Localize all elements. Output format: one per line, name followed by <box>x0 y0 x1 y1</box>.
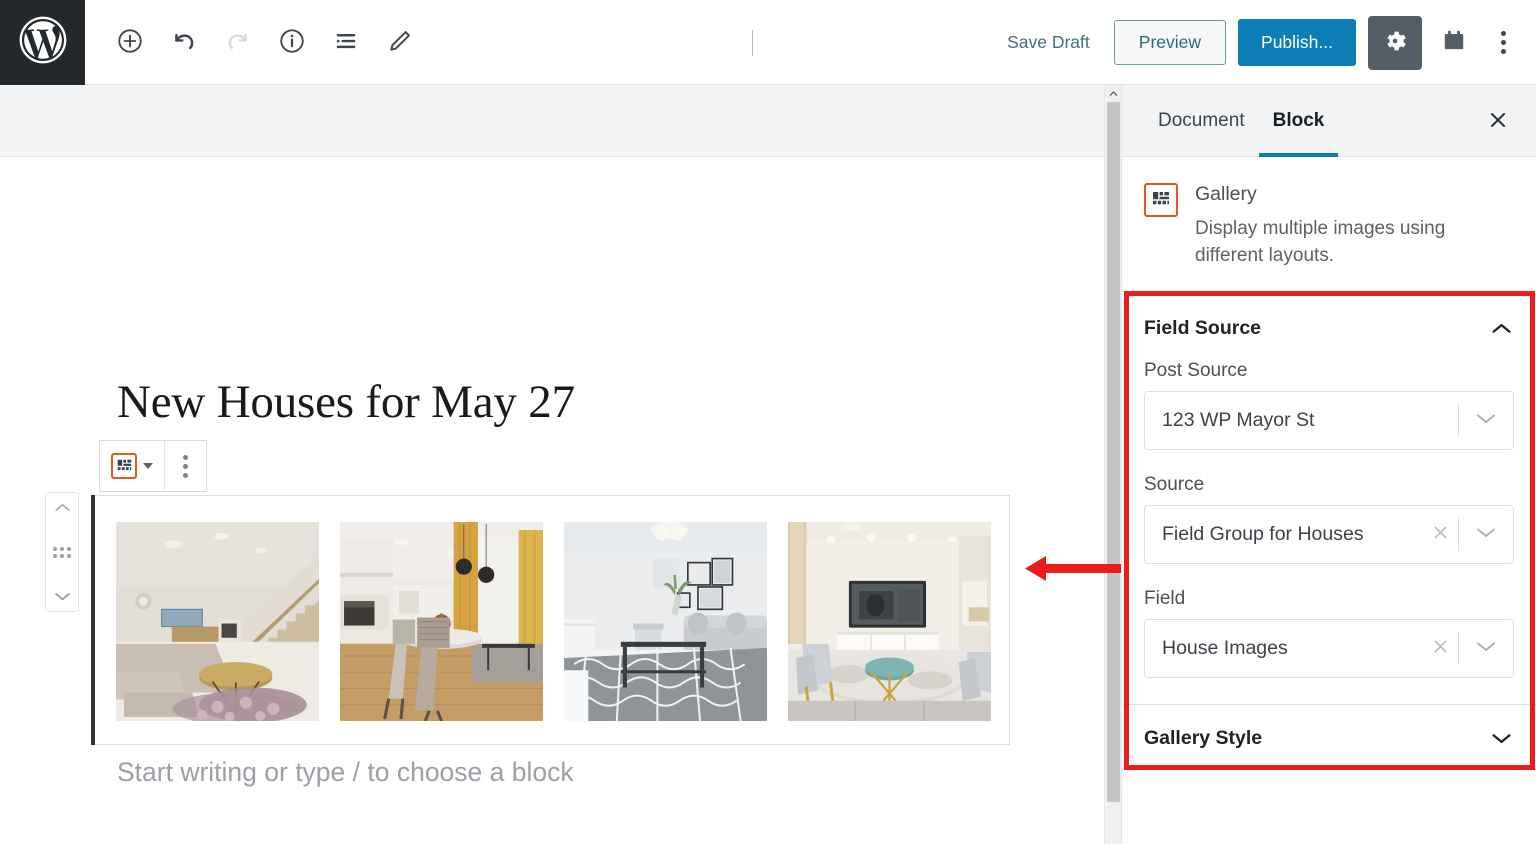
close-x-icon <box>1488 110 1508 133</box>
toolbar-right-actions: Save Draft Preview Publish... <box>995 0 1520 85</box>
block-info-card: Gallery Display multiple images using di… <box>1122 157 1536 294</box>
field-value: House Images <box>1145 637 1422 660</box>
settings-button[interactable] <box>1368 16 1422 70</box>
preview-tablet-button[interactable] <box>666 23 700 63</box>
vertical-ellipsis-icon <box>165 455 206 478</box>
gallery-style-panel: Gallery Style <box>1122 704 1536 770</box>
scrollbar-thumb[interactable] <box>1107 102 1120 802</box>
post-source-field-group: Post Source 123 WP Mayor St <box>1144 360 1514 450</box>
editor-canvas-area: New Houses for May 27 <box>0 85 1104 844</box>
gallery-grid-icon <box>1144 183 1178 217</box>
post-title[interactable]: New Houses for May 27 <box>117 375 575 429</box>
sidebar-tab-bar: Document Block <box>1122 85 1536 157</box>
gallery-image-3[interactable] <box>564 522 767 721</box>
chevron-down-icon <box>1491 732 1512 745</box>
block-type-switcher-button[interactable] <box>100 441 165 491</box>
gallery-grid-icon <box>111 453 137 479</box>
chevron-down-icon <box>1475 412 1497 428</box>
publish-button[interactable]: Publish... <box>1238 19 1356 66</box>
gallery-image-2[interactable] <box>340 522 543 721</box>
post-content-canvas[interactable]: New Houses for May 27 <box>0 157 1104 844</box>
editor-top-toolbar: Save Draft Preview Publish... <box>0 0 1536 85</box>
post-source-value: 123 WP Mayor St <box>1145 409 1458 432</box>
redo-arrow-icon <box>224 27 252 58</box>
block-mover <box>45 492 79 612</box>
edit-mode-button[interactable] <box>377 19 423 65</box>
field-field-group: Field House Images <box>1144 588 1514 678</box>
source-field-group: Source Field Group for Houses <box>1144 474 1514 564</box>
device-preview-group <box>628 0 809 85</box>
toolbar-divider <box>752 30 753 56</box>
field-source-panel-body: Post Source 123 WP Mayor St Source <box>1122 360 1536 704</box>
settings-sidebar: Document Block <box>1121 85 1536 844</box>
preview-mobile-button[interactable] <box>628 23 662 63</box>
calendar-icon <box>1441 27 1467 58</box>
field-source-panel-toggle[interactable]: Field Source <box>1122 295 1536 360</box>
gear-icon <box>1381 27 1409 58</box>
toolbar-left-tools <box>85 19 423 65</box>
move-block-down-button[interactable] <box>54 591 71 602</box>
preview-button[interactable]: Preview <box>1114 20 1226 65</box>
gallery-block[interactable] <box>91 495 1010 745</box>
field-dropdown-button[interactable] <box>1459 640 1513 656</box>
gallery-image-4[interactable] <box>788 522 991 721</box>
post-source-dropdown-button[interactable] <box>1459 412 1513 428</box>
wordpress-block-editor: Save Draft Preview Publish... <box>0 0 1536 844</box>
block-toolbar <box>99 440 207 492</box>
field-source-panel: Field Source Post Source 123 WP Mayor St <box>1122 294 1536 704</box>
block-more-options-button[interactable] <box>165 441 206 491</box>
field-select[interactable]: House Images <box>1144 619 1514 678</box>
field-clear-button[interactable] <box>1422 638 1458 658</box>
post-source-label: Post Source <box>1144 360 1514 382</box>
block-navigation-button[interactable] <box>323 19 369 65</box>
wordpress-logo-button[interactable] <box>0 0 85 85</box>
editor-scrollbar[interactable] <box>1104 85 1121 844</box>
save-draft-button[interactable]: Save Draft <box>995 24 1102 61</box>
source-clear-button[interactable] <box>1422 524 1458 544</box>
clear-x-icon <box>1432 638 1449 658</box>
undo-button[interactable] <box>161 19 207 65</box>
scroll-up-arrow-icon[interactable] <box>1105 85 1122 102</box>
gallery-style-panel-title: Gallery Style <box>1144 727 1262 750</box>
content-info-button[interactable] <box>269 19 315 65</box>
preview-desktop-button[interactable] <box>704 23 738 63</box>
close-sidebar-button[interactable] <box>1482 105 1514 137</box>
field-label: Field <box>1144 588 1514 610</box>
redo-button[interactable] <box>215 19 261 65</box>
tab-block[interactable]: Block <box>1259 85 1339 157</box>
jetpack-calendar-button[interactable] <box>1434 18 1474 68</box>
move-block-up-button[interactable] <box>54 502 71 513</box>
chevron-down-icon <box>1475 640 1497 656</box>
more-options-button[interactable] <box>1486 18 1520 68</box>
list-view-icon <box>332 27 360 58</box>
source-label: Source <box>1144 474 1514 496</box>
chevron-up-icon <box>1491 322 1512 335</box>
paragraph-placeholder[interactable]: Start writing or type / to choose a bloc… <box>117 757 574 788</box>
vertical-ellipsis-icon <box>1501 31 1506 54</box>
drag-handle-dots-icon[interactable] <box>53 547 71 558</box>
plus-circle-icon <box>116 27 144 58</box>
clear-x-icon <box>1432 524 1449 544</box>
chevron-down-icon <box>1475 526 1497 542</box>
wordpress-logo-icon <box>17 14 69 71</box>
source-dropdown-button[interactable] <box>1459 526 1513 542</box>
gallery-image-1[interactable] <box>116 522 319 721</box>
undo-arrow-icon <box>170 27 198 58</box>
caret-down-icon <box>143 463 153 469</box>
pencil-icon <box>386 27 414 58</box>
block-card-title: Gallery <box>1195 183 1512 206</box>
tab-document[interactable]: Document <box>1144 85 1259 157</box>
distraction-free-button[interactable] <box>767 23 809 63</box>
block-card-description: Display multiple images using different … <box>1195 216 1512 270</box>
post-source-select[interactable]: 123 WP Mayor St <box>1144 391 1514 450</box>
field-source-panel-title: Field Source <box>1144 317 1261 340</box>
block-card-text: Gallery Display multiple images using di… <box>1195 183 1512 270</box>
info-circle-icon <box>278 27 306 58</box>
gallery-style-panel-toggle[interactable]: Gallery Style <box>1122 705 1536 770</box>
editor-top-band <box>0 85 1104 157</box>
gallery-image-row <box>116 522 991 721</box>
source-value: Field Group for Houses <box>1145 523 1422 546</box>
source-select[interactable]: Field Group for Houses <box>1144 505 1514 564</box>
add-block-button[interactable] <box>107 19 153 65</box>
